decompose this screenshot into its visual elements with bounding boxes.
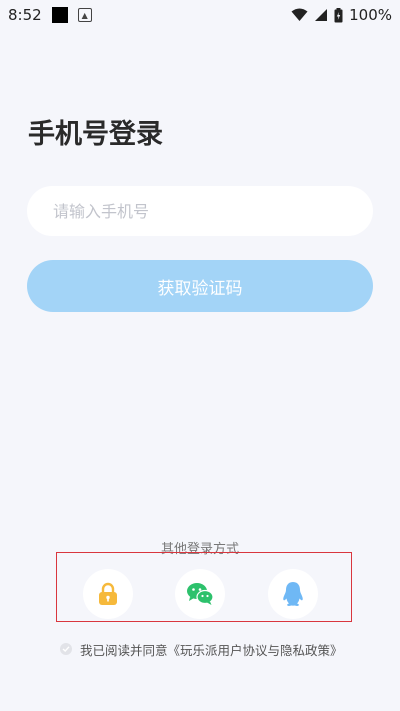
battery-percent: 100% — [349, 6, 392, 24]
agreement-text[interactable]: 我已阅读并同意《玩乐派用户协议与隐私政策》 — [80, 640, 343, 659]
wechat-icon — [187, 583, 214, 605]
status-bar: 8:52 ▲ 100% — [0, 0, 400, 30]
wifi-icon — [291, 8, 308, 21]
status-left: 8:52 ▲ — [8, 6, 92, 24]
get-code-button[interactable]: 获取验证码 — [27, 260, 373, 312]
battery-icon — [334, 7, 343, 22]
notification-a-icon: ▲ — [77, 8, 92, 22]
notification-black-square-icon — [51, 7, 68, 23]
phone-input-container — [27, 186, 373, 236]
status-right: 100% — [291, 6, 392, 24]
agreement-row[interactable]: 我已阅读并同意《玩乐派用户协议与隐私政策》 — [60, 640, 343, 658]
agree-checkbox[interactable] — [60, 643, 72, 655]
check-icon — [62, 646, 70, 652]
phone-number-input[interactable] — [27, 186, 373, 236]
page-title: 手机号登录 — [28, 119, 163, 150]
status-time: 8:52 — [8, 6, 42, 24]
lock-icon — [99, 582, 117, 605]
signal-icon — [315, 9, 328, 21]
qq-login-button[interactable] — [268, 569, 318, 619]
qq-icon — [283, 582, 303, 606]
wechat-login-button[interactable] — [175, 569, 225, 619]
password-login-button[interactable] — [83, 569, 133, 619]
